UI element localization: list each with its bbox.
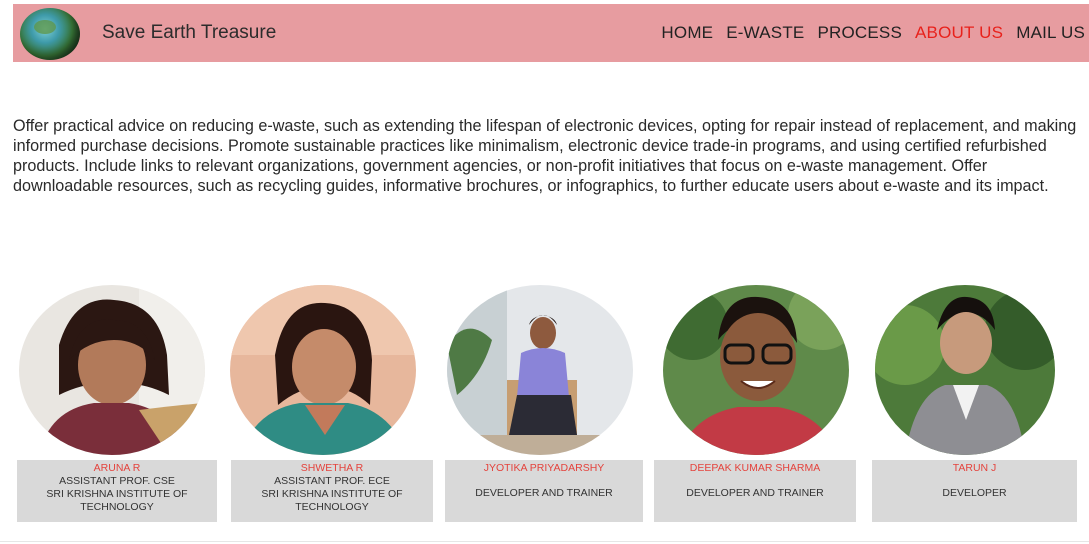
team-member-shwetha: SHWETHA R ASSISTANT PROF. ECE SRI KRISHN… bbox=[227, 280, 437, 540]
top-navbar: Save Earth Treasure HOME E-WASTE PROCESS… bbox=[13, 4, 1089, 62]
portrait-jyotika bbox=[447, 285, 633, 455]
page: Save Earth Treasure HOME E-WASTE PROCESS… bbox=[0, 0, 1089, 544]
nav-home[interactable]: HOME bbox=[661, 23, 713, 43]
member-institute-cont: TECHNOLOGY bbox=[80, 501, 154, 513]
team-member-jyotika: JYOTIKA PRIYADARSHY DEVELOPER AND TRAINE… bbox=[437, 280, 647, 540]
member-card: JYOTIKA PRIYADARSHY DEVELOPER AND TRAINE… bbox=[445, 460, 643, 522]
member-name: DEEPAK KUMAR SHARMA bbox=[689, 462, 821, 474]
nav-e-waste[interactable]: E-WASTE bbox=[726, 23, 804, 43]
member-name: ARUNA R bbox=[93, 462, 141, 474]
member-role: DEVELOPER bbox=[942, 487, 1007, 499]
member-institute: SRI KRISHNA INSTITUTE OF bbox=[261, 488, 403, 500]
member-institute-cont: TECHNOLOGY bbox=[295, 501, 369, 513]
brand-title[interactable]: Save Earth Treasure bbox=[102, 22, 276, 44]
nav-about-us[interactable]: ABOUT US bbox=[915, 23, 1003, 43]
bottom-divider bbox=[0, 541, 1089, 542]
team-member-aruna: ARUNA R ASSISTANT PROF. CSE SRI KRISHNA … bbox=[17, 280, 227, 540]
member-role: ASSISTANT PROF. ECE bbox=[274, 475, 390, 487]
member-card: TARUN J DEVELOPER bbox=[872, 460, 1077, 522]
member-card: DEEPAK KUMAR SHARMA DEVELOPER AND TRAINE… bbox=[654, 460, 856, 522]
member-photo bbox=[875, 285, 1055, 455]
nav-process[interactable]: PROCESS bbox=[817, 23, 902, 43]
member-photo bbox=[447, 285, 633, 455]
member-role: DEVELOPER AND TRAINER bbox=[686, 487, 824, 499]
member-name: TARUN J bbox=[952, 462, 997, 474]
earth-logo-icon[interactable] bbox=[20, 8, 80, 60]
portrait-tarun bbox=[875, 285, 1055, 455]
member-role: ASSISTANT PROF. CSE bbox=[59, 475, 175, 487]
member-name: JYOTIKA PRIYADARSHY bbox=[483, 462, 605, 474]
portrait-deepak bbox=[663, 285, 849, 455]
member-name: SHWETHA R bbox=[300, 462, 364, 474]
team-member-tarun: TARUN J DEVELOPER bbox=[868, 280, 1078, 540]
portrait-shwetha bbox=[230, 285, 416, 455]
nav-mail-us[interactable]: MAIL US bbox=[1016, 23, 1085, 43]
member-card: ARUNA R ASSISTANT PROF. CSE SRI KRISHNA … bbox=[17, 460, 217, 522]
nav-links: HOME E-WASTE PROCESS ABOUT US MAIL US bbox=[648, 23, 1085, 43]
member-photo bbox=[663, 285, 849, 455]
team-section: ARUNA R ASSISTANT PROF. CSE SRI KRISHNA … bbox=[0, 280, 1089, 540]
portrait-aruna bbox=[19, 285, 205, 455]
member-institute: SRI KRISHNA INSTITUTE OF bbox=[46, 488, 188, 500]
member-photo bbox=[19, 285, 205, 455]
member-card: SHWETHA R ASSISTANT PROF. ECE SRI KRISHN… bbox=[231, 460, 433, 522]
team-member-deepak: DEEPAK KUMAR SHARMA DEVELOPER AND TRAINE… bbox=[650, 280, 860, 540]
member-photo bbox=[230, 285, 416, 455]
member-role: DEVELOPER AND TRAINER bbox=[475, 487, 613, 499]
intro-paragraph: Offer practical advice on reducing e-was… bbox=[13, 117, 1077, 195]
